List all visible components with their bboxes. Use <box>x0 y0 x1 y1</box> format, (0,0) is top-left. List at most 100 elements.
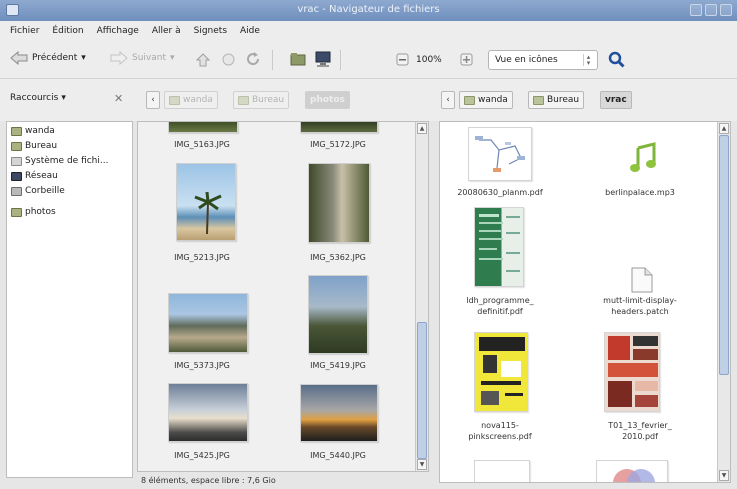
file-label[interactable]: berlinpalace.mp3 <box>580 187 700 198</box>
sidebar-item-label: photos <box>25 207 56 217</box>
left-path-photos[interactable]: photos <box>305 91 350 109</box>
home-icon <box>169 95 180 105</box>
photo-thumbnail[interactable] <box>176 163 236 241</box>
pdf-document-icon <box>475 136 525 172</box>
file-label[interactable]: IMG_5172.JPG <box>278 139 398 150</box>
sidebar-item-label: Corbeille <box>25 186 65 196</box>
photo-thumbnail[interactable] <box>168 122 238 133</box>
sidebar-type-select[interactable]: Raccourcis ▾ <box>10 93 66 103</box>
left-pane-scrollbar[interactable]: ▲ ▼ <box>415 122 428 471</box>
sidebar-item-wanda[interactable]: wanda <box>11 126 55 136</box>
menu-bar: Fichier Édition Affichage Aller à Signet… <box>0 21 737 41</box>
computer-icon[interactable] <box>314 51 332 68</box>
right-path-vrac-label: vrac <box>605 95 627 105</box>
scroll-thumb[interactable] <box>417 322 427 459</box>
sidebar-item-filesystem[interactable]: Système de fichi... <box>11 156 108 166</box>
pdf-thumbnail[interactable] <box>474 207 524 287</box>
left-path-bureau[interactable]: Bureau <box>233 91 290 109</box>
file-label[interactable]: IMG_5425.JPG <box>142 450 262 461</box>
up-arrow-icon[interactable] <box>196 53 210 67</box>
view-mode-select[interactable]: Vue en icônes ▴ ▾ <box>488 50 598 70</box>
file-label[interactable]: nova115- pinkscreens.pdf <box>440 420 560 442</box>
music-file-icon[interactable] <box>627 142 659 174</box>
sidebar-item-label: Système de fichi... <box>25 156 109 166</box>
right-path-scroll-button[interactable]: ‹ <box>441 91 455 109</box>
sidebar-item-bureau[interactable]: Bureau <box>11 141 57 151</box>
menu-edit[interactable]: Édition <box>52 26 83 36</box>
left-pane-icon-view[interactable]: IMG_5163.JPG IMG_5172.JPG IMG_5213.JPG I… <box>137 121 429 472</box>
reload-icon[interactable] <box>246 52 261 67</box>
home-folder-icon[interactable] <box>290 52 306 67</box>
stop-icon[interactable] <box>222 53 235 66</box>
photo-thumbnail[interactable] <box>300 384 378 442</box>
forward-history-chevron-icon[interactable]: ▾ <box>170 53 175 63</box>
folder-icon <box>11 207 22 217</box>
pdf-thumbnail[interactable] <box>596 460 668 482</box>
search-icon[interactable] <box>608 51 625 68</box>
sidebar-close-icon[interactable]: ✕ <box>114 92 123 105</box>
sidebar-item-network[interactable]: Réseau <box>11 171 58 181</box>
right-path-wanda[interactable]: wanda <box>459 91 513 109</box>
forward-button[interactable]: Suivant ▾ <box>110 51 175 65</box>
text-file-icon[interactable] <box>631 267 653 293</box>
scroll-thumb[interactable] <box>719 135 729 375</box>
photo-thumbnail[interactable] <box>308 275 368 354</box>
scroll-up-button[interactable]: ▲ <box>417 123 427 134</box>
left-path-bureau-label: Bureau <box>252 95 285 105</box>
maximize-button[interactable] <box>705 4 717 16</box>
zoom-level[interactable]: 100% <box>416 55 442 65</box>
right-path-bureau[interactable]: Bureau <box>528 91 585 109</box>
file-label[interactable]: IMG_5419.JPG <box>278 360 398 371</box>
pdf-thumbnail[interactable] <box>604 332 660 412</box>
left-path-scroll-button[interactable]: ‹ <box>146 91 160 109</box>
minimize-button[interactable] <box>690 4 702 16</box>
sidebar-type-label: Raccourcis <box>10 93 59 103</box>
back-history-chevron-icon[interactable]: ▾ <box>81 53 86 63</box>
sidebar-item-label: Bureau <box>25 141 58 151</box>
pdf-thumbnail[interactable] <box>474 460 530 482</box>
file-label-line: ldh_programme_ <box>466 296 534 305</box>
scroll-up-button[interactable]: ▲ <box>719 123 729 134</box>
file-label[interactable]: IMG_5362.JPG <box>278 252 398 263</box>
menu-help[interactable]: Aide <box>240 26 260 36</box>
pdf-thumbnail[interactable] <box>468 127 532 181</box>
file-label[interactable]: mutt-limit-display- headers.patch <box>580 295 700 317</box>
file-label[interactable]: ldh_programme_ definitif.pdf <box>440 295 560 317</box>
sidebar-item-trash[interactable]: Corbeille <box>11 186 65 196</box>
file-label-line: definitif.pdf <box>477 307 523 316</box>
title-bar[interactable]: vrac - Navigateur de fichiers <box>0 0 737 21</box>
left-path-wanda[interactable]: wanda <box>164 91 218 109</box>
right-path-vrac[interactable]: vrac <box>600 91 632 109</box>
photo-thumbnail[interactable] <box>168 383 248 442</box>
back-button[interactable]: Précédent ▾ <box>10 51 86 65</box>
photo-thumbnail[interactable] <box>300 122 378 133</box>
file-label[interactable]: 20080630_planm.pdf <box>440 187 560 198</box>
menu-go[interactable]: Aller à <box>152 26 181 36</box>
file-label[interactable]: IMG_5213.JPG <box>142 252 262 263</box>
file-label[interactable]: IMG_5440.JPG <box>278 450 398 461</box>
chevron-down-icon: ▾ <box>61 93 66 103</box>
zoom-out-icon[interactable] <box>396 53 409 66</box>
menu-file[interactable]: Fichier <box>10 26 39 36</box>
zoom-in-icon[interactable] <box>460 53 473 66</box>
file-label[interactable]: T01_13_fevrier_ 2010.pdf <box>580 420 700 442</box>
close-button[interactable] <box>720 4 732 16</box>
photo-thumbnail[interactable] <box>168 293 248 353</box>
right-pane-icon-view[interactable]: 20080630_planm.pdf berlinpalace.mp3 ldh_… <box>439 121 731 483</box>
file-label[interactable]: IMG_5163.JPG <box>142 139 262 150</box>
file-label[interactable]: IMG_5373.JPG <box>142 360 262 371</box>
pdf-thumbnail[interactable] <box>474 332 528 412</box>
right-pane-scrollbar[interactable]: ▲ ▼ <box>717 122 730 482</box>
file-label-line: pinkscreens.pdf <box>468 432 532 441</box>
folder-icon <box>11 141 22 151</box>
photo-thumbnail[interactable] <box>308 163 370 243</box>
sidebar-item-photos[interactable]: photos <box>11 207 56 217</box>
menu-view[interactable]: Affichage <box>97 26 139 36</box>
toolbar-separator <box>340 50 341 70</box>
back-arrow-icon <box>10 51 28 65</box>
right-path-wanda-label: wanda <box>478 95 508 105</box>
pdf-document-icon <box>613 469 655 482</box>
scroll-down-button[interactable]: ▼ <box>719 470 729 481</box>
menu-bookmarks[interactable]: Signets <box>194 26 227 36</box>
scroll-down-button[interactable]: ▼ <box>417 459 427 470</box>
